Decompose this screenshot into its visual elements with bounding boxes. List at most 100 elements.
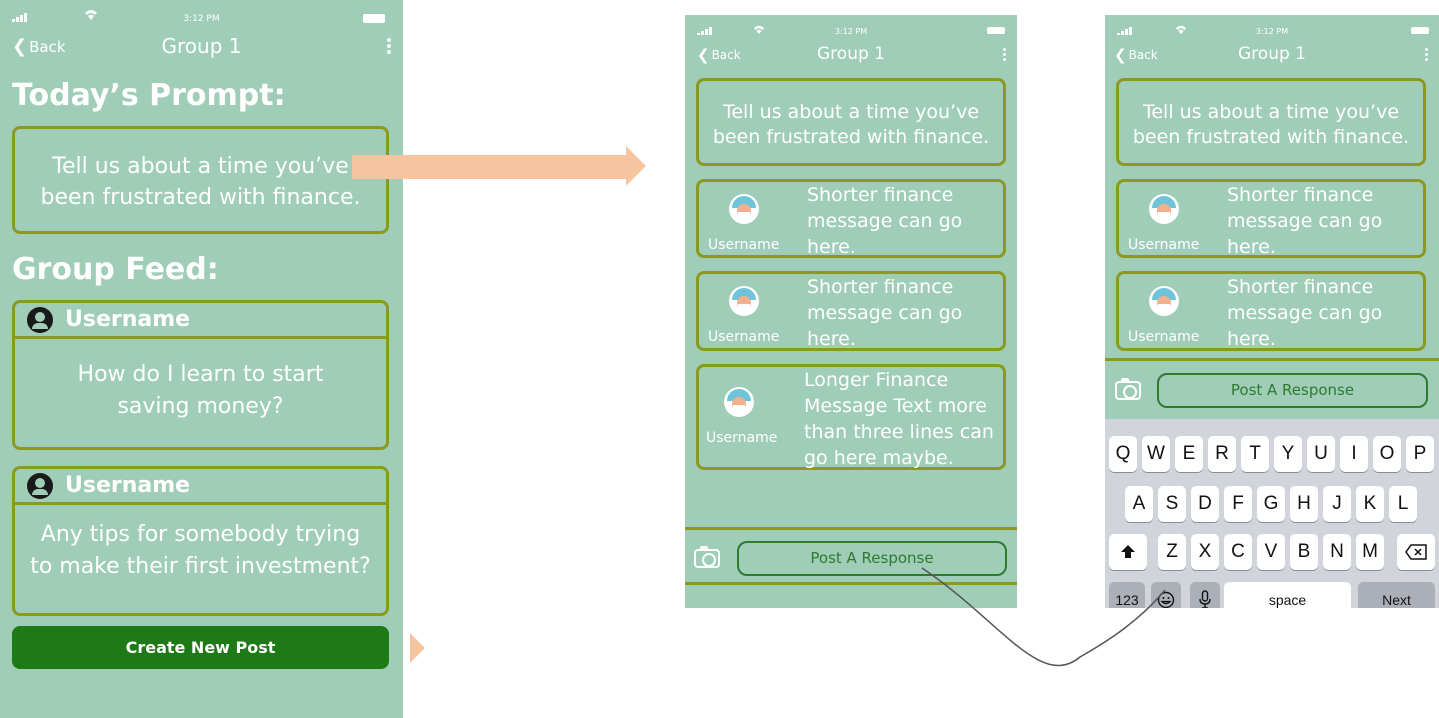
status-time: 3:12 PM bbox=[1255, 27, 1289, 36]
message-line: message can go bbox=[1227, 302, 1383, 324]
message-card[interactable]: Username Longer Finance Message Text mor… bbox=[696, 364, 1006, 470]
battery-icon bbox=[363, 14, 385, 23]
message-line: than three lines can bbox=[804, 421, 994, 443]
kebab-menu-icon[interactable] bbox=[387, 38, 391, 54]
message-line: here. bbox=[1227, 236, 1276, 258]
key-n[interactable]: N bbox=[1323, 534, 1351, 570]
message-line: Shorter finance bbox=[1227, 184, 1374, 206]
avatar-icon bbox=[729, 194, 759, 224]
key-g[interactable]: G bbox=[1257, 486, 1285, 522]
camera-icon[interactable] bbox=[694, 546, 720, 568]
message-line: here. bbox=[807, 328, 856, 350]
space-key[interactable]: space bbox=[1224, 582, 1351, 608]
camera-icon[interactable] bbox=[1115, 378, 1141, 400]
message-line: Message Text more bbox=[804, 395, 987, 417]
flow-arrow bbox=[352, 155, 628, 179]
post-text-line: Any tips for somebody trying bbox=[40, 522, 361, 547]
message-line: here. bbox=[807, 236, 856, 258]
message-username: Username bbox=[1128, 237, 1200, 253]
avatar-icon bbox=[1149, 286, 1179, 316]
prompt-line: Tell us about a time you’ve bbox=[722, 101, 980, 123]
nav-bar: ❮ Back Group 1 bbox=[685, 40, 1017, 72]
prompt-line: Tell us about a time you’ve bbox=[1142, 101, 1400, 123]
nav-bar: ❮ Back Group 1 bbox=[1105, 40, 1439, 72]
keyboard-row-4: 123 space Next bbox=[1105, 582, 1439, 608]
message-card[interactable]: Username Shorter finance message can go … bbox=[1116, 271, 1426, 351]
shift-key[interactable] bbox=[1109, 534, 1147, 570]
avatar-icon bbox=[724, 387, 754, 417]
status-bar: 3:12 PM bbox=[685, 15, 1017, 41]
message-line: here. bbox=[1227, 328, 1276, 350]
create-new-post-button[interactable]: Create New Post bbox=[12, 626, 389, 669]
key-h[interactable]: H bbox=[1290, 486, 1318, 522]
key-w[interactable]: W bbox=[1142, 436, 1170, 472]
feed-post[interactable]: Username How do I learn to start saving … bbox=[12, 300, 389, 450]
key-f[interactable]: F bbox=[1224, 486, 1252, 522]
key-r[interactable]: R bbox=[1208, 436, 1236, 472]
kebab-menu-icon[interactable] bbox=[1003, 48, 1007, 61]
backspace-icon bbox=[1405, 544, 1427, 560]
key-j[interactable]: J bbox=[1323, 486, 1351, 522]
message-line: Shorter finance bbox=[807, 184, 954, 206]
emoji-key[interactable] bbox=[1151, 582, 1181, 608]
key-l[interactable]: L bbox=[1389, 486, 1417, 522]
message-line: message can go bbox=[1227, 210, 1383, 232]
battery-icon bbox=[987, 27, 1005, 34]
key-q[interactable]: Q bbox=[1109, 436, 1137, 472]
post-response-button[interactable]: Post A Response bbox=[1157, 373, 1428, 408]
keyboard-row-1: Q W E R T Y U I O P bbox=[1105, 436, 1439, 472]
key-u[interactable]: U bbox=[1307, 436, 1335, 472]
key-m[interactable]: M bbox=[1356, 534, 1384, 570]
key-i[interactable]: I bbox=[1340, 436, 1368, 472]
key-k[interactable]: K bbox=[1356, 486, 1384, 522]
key-z[interactable]: Z bbox=[1158, 534, 1186, 570]
key-x[interactable]: X bbox=[1191, 534, 1219, 570]
keyboard-row-2: A S D F G H J K L bbox=[1105, 486, 1439, 522]
flow-arrow-small bbox=[410, 633, 425, 663]
status-bar: 3:12 PM bbox=[1105, 15, 1439, 41]
key-a[interactable]: A bbox=[1125, 486, 1153, 522]
key-d[interactable]: D bbox=[1191, 486, 1219, 522]
key-e[interactable]: E bbox=[1175, 436, 1203, 472]
message-line: Shorter finance bbox=[807, 276, 954, 298]
avatar-icon bbox=[729, 286, 759, 316]
post-header: Username bbox=[15, 469, 386, 505]
microphone-key[interactable] bbox=[1190, 582, 1220, 608]
post-text-line: saving money? bbox=[117, 394, 284, 419]
key-c[interactable]: C bbox=[1224, 534, 1252, 570]
key-o[interactable]: O bbox=[1373, 436, 1401, 472]
message-card[interactable]: Username Shorter finance message can go … bbox=[1116, 179, 1426, 258]
key-y[interactable]: Y bbox=[1274, 436, 1302, 472]
user-icon bbox=[27, 472, 53, 499]
kebab-menu-icon[interactable] bbox=[1425, 48, 1429, 61]
message-line: go here maybe. bbox=[804, 447, 954, 469]
message-line: message can go bbox=[807, 302, 963, 324]
message-line: Shorter finance bbox=[1227, 276, 1374, 298]
user-icon bbox=[27, 306, 53, 333]
next-key[interactable]: Next bbox=[1358, 582, 1435, 608]
backspace-key[interactable] bbox=[1397, 534, 1435, 570]
key-p[interactable]: P bbox=[1406, 436, 1434, 472]
group-feed-screen: 3:12 PM ❮ Back Group 1 Today’s Prompt: Te… bbox=[0, 0, 403, 718]
flow-arrow-head bbox=[626, 146, 646, 186]
prompt-heading: Today’s Prompt: bbox=[12, 78, 286, 113]
prompt-line: been frustrated with finance. bbox=[712, 126, 990, 148]
status-time: 3:12 PM bbox=[834, 27, 868, 36]
post-response-button[interactable]: Post A Response bbox=[737, 541, 1007, 576]
key-v[interactable]: V bbox=[1257, 534, 1285, 570]
message-card[interactable]: Username Shorter finance message can go … bbox=[696, 179, 1006, 258]
prompt-line: been frustrated with finance. bbox=[1132, 126, 1410, 148]
microphone-icon bbox=[1199, 590, 1211, 608]
key-t[interactable]: T bbox=[1241, 436, 1269, 472]
avatar-icon bbox=[1149, 194, 1179, 224]
numbers-key[interactable]: 123 bbox=[1109, 582, 1145, 608]
shift-icon bbox=[1121, 545, 1135, 558]
compose-bar: Post A Response bbox=[685, 527, 1017, 585]
message-username: Username bbox=[708, 237, 780, 253]
post-username: Username bbox=[65, 307, 191, 332]
feed-post[interactable]: Username Any tips for somebody trying to… bbox=[12, 466, 389, 616]
message-card[interactable]: Username Shorter finance message can go … bbox=[696, 271, 1006, 351]
key-b[interactable]: B bbox=[1290, 534, 1318, 570]
key-s[interactable]: S bbox=[1158, 486, 1186, 522]
compose-response-screen: 3:12 PM ❮ Back Group 1 Tell us about a ti… bbox=[1105, 15, 1439, 608]
